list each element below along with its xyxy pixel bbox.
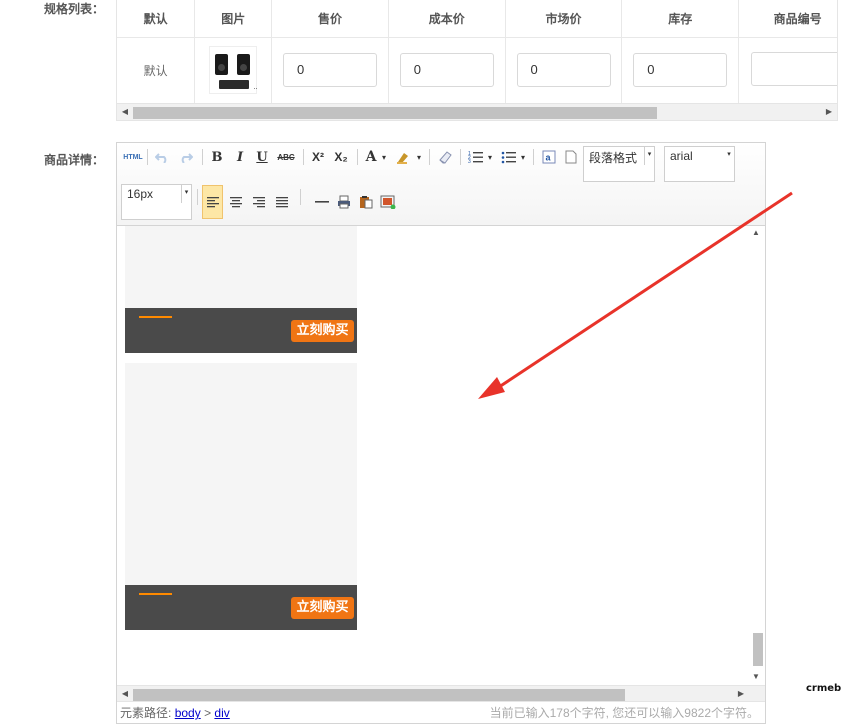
crmeb-watermark: crmeb	[806, 683, 842, 694]
annotation-arrow-icon	[478, 191, 793, 399]
